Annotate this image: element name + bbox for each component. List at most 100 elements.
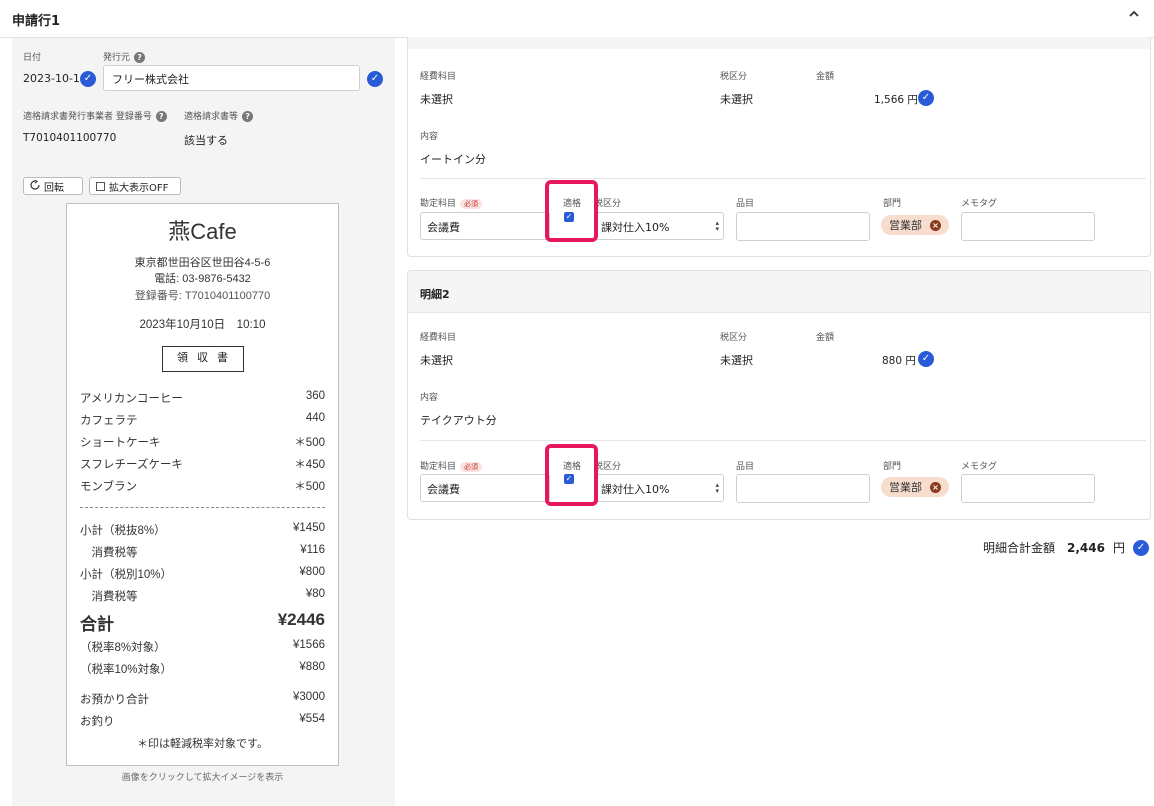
tax-category-label: 税区分 <box>720 72 748 82</box>
receipt-item: スフレチーズケーキ ＊450 <box>80 459 325 471</box>
section-title: 申請行1 <box>12 14 61 29</box>
receipt-reg: 登録番号: T7010401100770 <box>134 290 271 302</box>
amount-verified-icon: ✓ <box>918 351 934 367</box>
content-value: イートイン分 <box>420 153 486 166</box>
receipt-change: お釣り ¥554 <box>80 713 325 728</box>
amount-label: 金額 <box>816 72 835 82</box>
product-input[interactable] <box>736 474 870 503</box>
total-verified-icon: ✓ <box>1133 539 1149 556</box>
receipt-image[interactable]: 燕Cafe 東京都世田谷区世田谷4-5-6 電話: 03-9876-5432 登… <box>66 203 339 766</box>
memo-tag-label: メモタグ <box>961 462 998 472</box>
rotate-label: 回転 <box>44 182 64 194</box>
receipt-item: ショートケーキ ＊500 <box>80 437 325 449</box>
total-value: 2,446 <box>1067 540 1105 555</box>
account-label-wrap: 勘定科目 必須 <box>420 459 483 472</box>
tax-category-label: 税区分 <box>720 333 748 343</box>
receipt-item: カフェラテ 440 <box>80 412 325 427</box>
date-verified-icon: ✓ <box>80 71 96 87</box>
issuer-verified-icon: ✓ <box>367 71 383 87</box>
line-total: 明細合計金額 2,446 円 ✓ <box>983 539 1149 556</box>
receipt-datetime: 2023年10月10日 10:10 <box>139 319 266 331</box>
tax-col-label: 税区分 <box>594 462 622 472</box>
content-value: テイクアウト分 <box>420 414 497 427</box>
zoom-label: 拡大表示OFF <box>109 182 169 194</box>
receipt-phone: 電話: 03-9876-5432 <box>154 273 251 285</box>
line-item-card-2: 明細2 経費科目 税区分 金額 未選択 未選択 880 円 ✓ 内容 テイクアウ… <box>407 270 1151 520</box>
help-icon[interactable]: ? <box>134 52 146 63</box>
tax-select-value: 課対仕入10% <box>601 221 670 234</box>
receipt-caption: 画像をクリックして拡大イメージを表示 <box>121 773 284 783</box>
required-badge: 必須 <box>460 461 483 472</box>
total-unit: 円 <box>1112 541 1125 555</box>
card-divider <box>420 440 1146 441</box>
help-icon[interactable]: ? <box>155 111 167 122</box>
help-icon[interactable]: ? <box>242 111 254 122</box>
expense-item-value: 未選択 <box>420 93 453 106</box>
zoom-toggle[interactable]: 拡大表示OFF <box>89 177 181 195</box>
amount-value: 880 円 <box>882 355 916 367</box>
select-arrows-icon: ▴ ▾ <box>715 481 719 495</box>
receipt-breakdown: （税率10%対象） ¥880 <box>80 661 325 676</box>
department-label: 部門 <box>883 199 902 209</box>
product-label: 品目 <box>736 199 755 209</box>
receipt-note: ＊印は軽減税率対象です。 <box>137 738 268 750</box>
receipt-divider <box>80 507 325 508</box>
receipt-shop: 燕Cafe <box>168 219 237 244</box>
department-tag[interactable]: 営業部 × <box>881 477 949 497</box>
issuer-label-wrap: 発行元? <box>103 50 146 63</box>
receipt-summary: 消費税等 ¥116 <box>80 544 325 559</box>
select-arrows-icon: ▴ ▾ <box>715 219 719 233</box>
receipt-address: 東京都世田谷区世田谷4-5-6 <box>134 257 271 269</box>
receipt-summary: 消費税等 ¥80 <box>80 588 325 603</box>
memo-tag-input[interactable] <box>961 212 1095 241</box>
reg-label: 適格請求書発行事業者 登録番号 <box>23 112 152 122</box>
department-label: 部門 <box>883 462 902 472</box>
content-label: 内容 <box>420 132 439 142</box>
receipt-item: アメリカンコーヒー 360 <box>80 390 325 405</box>
receipt-breakdown: （税率8%対象） ¥1566 <box>80 639 325 654</box>
issuer-label: 発行元 <box>103 53 131 63</box>
required-badge: 必須 <box>460 198 483 209</box>
department-tag[interactable]: 営業部 × <box>881 215 949 235</box>
receipt-summary: 小計（税別10%） ¥800 <box>80 566 325 581</box>
receipt-paid: お預かり合計 ¥3000 <box>80 691 325 706</box>
tax-select[interactable]: 課対仕入10% ▴ ▾ <box>594 474 724 502</box>
card-divider <box>420 178 1146 179</box>
reg-label-wrap: 適格請求書発行事業者 登録番号? <box>23 109 167 122</box>
remove-tag-icon[interactable]: × <box>930 219 941 231</box>
receipt-item: モンブラン ＊500 <box>80 481 325 493</box>
expense-item-label: 経費科目 <box>420 72 457 82</box>
amount-value: 1,566 円 <box>874 94 918 106</box>
rotate-button[interactable]: 回転 <box>23 177 83 195</box>
tax-select[interactable]: 課対仕入10% ▴ ▾ <box>594 212 724 240</box>
product-input[interactable] <box>736 212 870 241</box>
remove-tag-icon[interactable]: × <box>930 481 941 493</box>
reg-value: T7010401100770 <box>23 132 117 144</box>
receipt-total: 合計 ¥2446 <box>80 610 325 634</box>
rotate-icon <box>30 179 40 193</box>
issuer-input[interactable]: フリー株式会社 <box>103 65 360 91</box>
qualified-highlight <box>545 444 598 506</box>
receipt-summary: 小計（税抜8%） ¥1450 <box>80 522 325 537</box>
account-label: 勘定科目 <box>420 199 457 209</box>
account-input[interactable]: 会議費 <box>420 212 550 240</box>
zoom-checkbox[interactable] <box>96 181 105 191</box>
content-label: 内容 <box>420 393 439 403</box>
amount-verified-icon: ✓ <box>918 90 934 106</box>
qualified-value: 該当する <box>184 134 228 147</box>
qualified-highlight <box>545 180 598 242</box>
memo-tag-label: メモタグ <box>961 199 998 209</box>
expense-item-label: 経費科目 <box>420 333 457 343</box>
chevron-up-icon[interactable] <box>1128 8 1140 24</box>
memo-tag-input[interactable] <box>961 474 1095 503</box>
department-tag-label: 営業部 <box>889 219 922 232</box>
card-head: 明細2 <box>408 271 1150 313</box>
tax-category-value: 未選択 <box>720 93 753 106</box>
total-label: 明細合計金額 <box>983 541 1056 555</box>
card-title: 明細2 <box>420 288 450 301</box>
date-label: 日付 <box>23 53 42 63</box>
tax-category-value: 未選択 <box>720 354 753 367</box>
account-input[interactable]: 会議費 <box>420 474 550 502</box>
product-label: 品目 <box>736 462 755 472</box>
account-label: 勘定科目 <box>420 462 457 472</box>
